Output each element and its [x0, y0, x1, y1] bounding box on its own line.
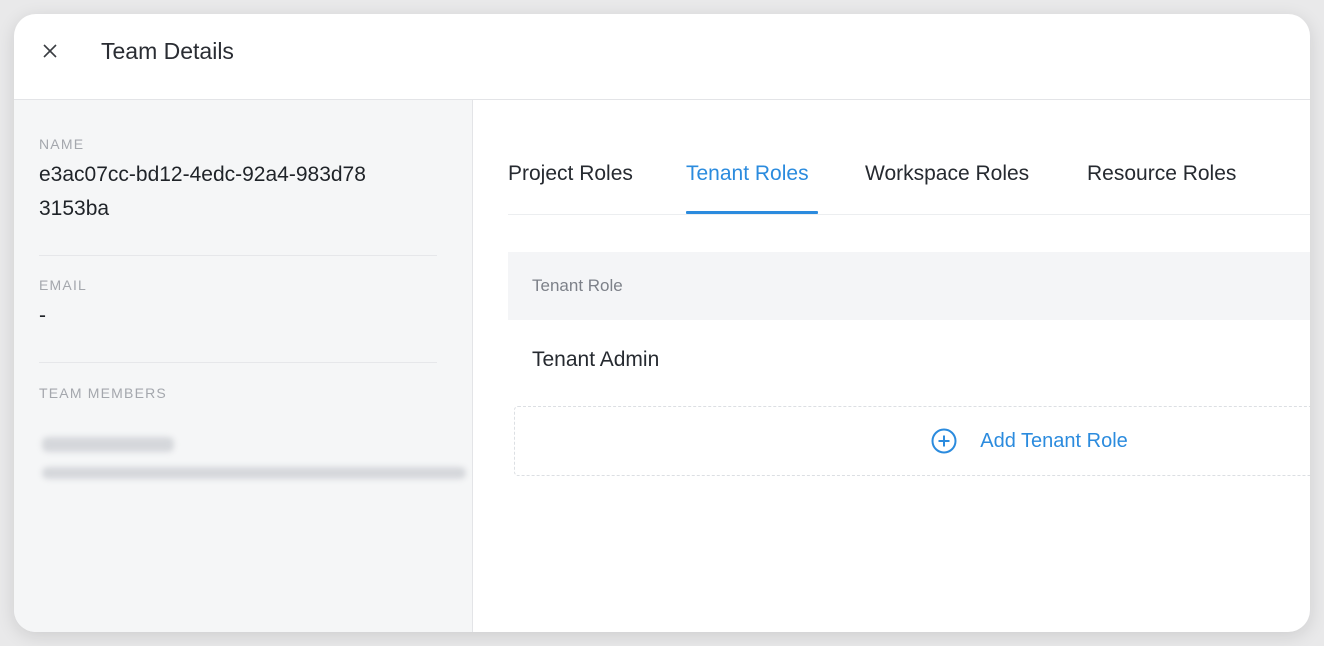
- name-field: NAME e3ac07cc-bd12-4edc-92a4-983d783153b…: [39, 136, 437, 226]
- role-tabs: Project Roles Tenant Roles Workspace Rol…: [508, 145, 1310, 215]
- tenant-role-cell: Tenant Admin: [532, 348, 660, 371]
- active-tab-indicator: [686, 211, 818, 214]
- table-row: Tenant Admin: [508, 320, 1310, 400]
- divider: [39, 255, 437, 256]
- divider: [39, 362, 437, 363]
- team-details-modal: Team Details NAME e3ac07cc-bd12-4edc-92a…: [14, 14, 1310, 632]
- details-sidebar: NAME e3ac07cc-bd12-4edc-92a4-983d783153b…: [14, 100, 473, 632]
- team-members-label: TEAM MEMBERS: [39, 385, 167, 401]
- name-label: NAME: [39, 136, 85, 152]
- tab-project-roles[interactable]: Project Roles: [508, 162, 633, 186]
- email-field: EMAIL -: [39, 277, 437, 333]
- main-panel: Project Roles Tenant Roles Workspace Rol…: [474, 100, 1310, 632]
- redacted-member-name: [42, 437, 174, 452]
- add-tenant-role-button[interactable]: Add Tenant Role: [514, 406, 1310, 476]
- tab-workspace-roles[interactable]: Workspace Roles: [865, 162, 1029, 186]
- tab-tenant-roles[interactable]: Tenant Roles: [686, 162, 809, 186]
- column-header-tenant-role: Tenant Role: [532, 276, 623, 295]
- add-tenant-role-label: Add Tenant Role: [980, 429, 1128, 452]
- tab-resource-roles[interactable]: Resource Roles: [1087, 162, 1236, 186]
- email-label: EMAIL: [39, 277, 88, 293]
- redacted-member-email: [42, 467, 466, 479]
- team-members-field: TEAM MEMBERS: [39, 385, 437, 401]
- table-header: Tenant Role: [508, 252, 1310, 320]
- close-button[interactable]: [36, 37, 64, 65]
- modal-header: Team Details: [14, 14, 1310, 100]
- page-title: Team Details: [101, 38, 234, 64]
- close-icon: [43, 44, 57, 58]
- name-value: e3ac07cc-bd12-4edc-92a4-983d783153ba: [39, 163, 366, 220]
- plus-circle-icon: [931, 428, 957, 454]
- add-tenant-role-content: Add Tenant Role: [930, 427, 1128, 455]
- email-value: -: [39, 304, 46, 327]
